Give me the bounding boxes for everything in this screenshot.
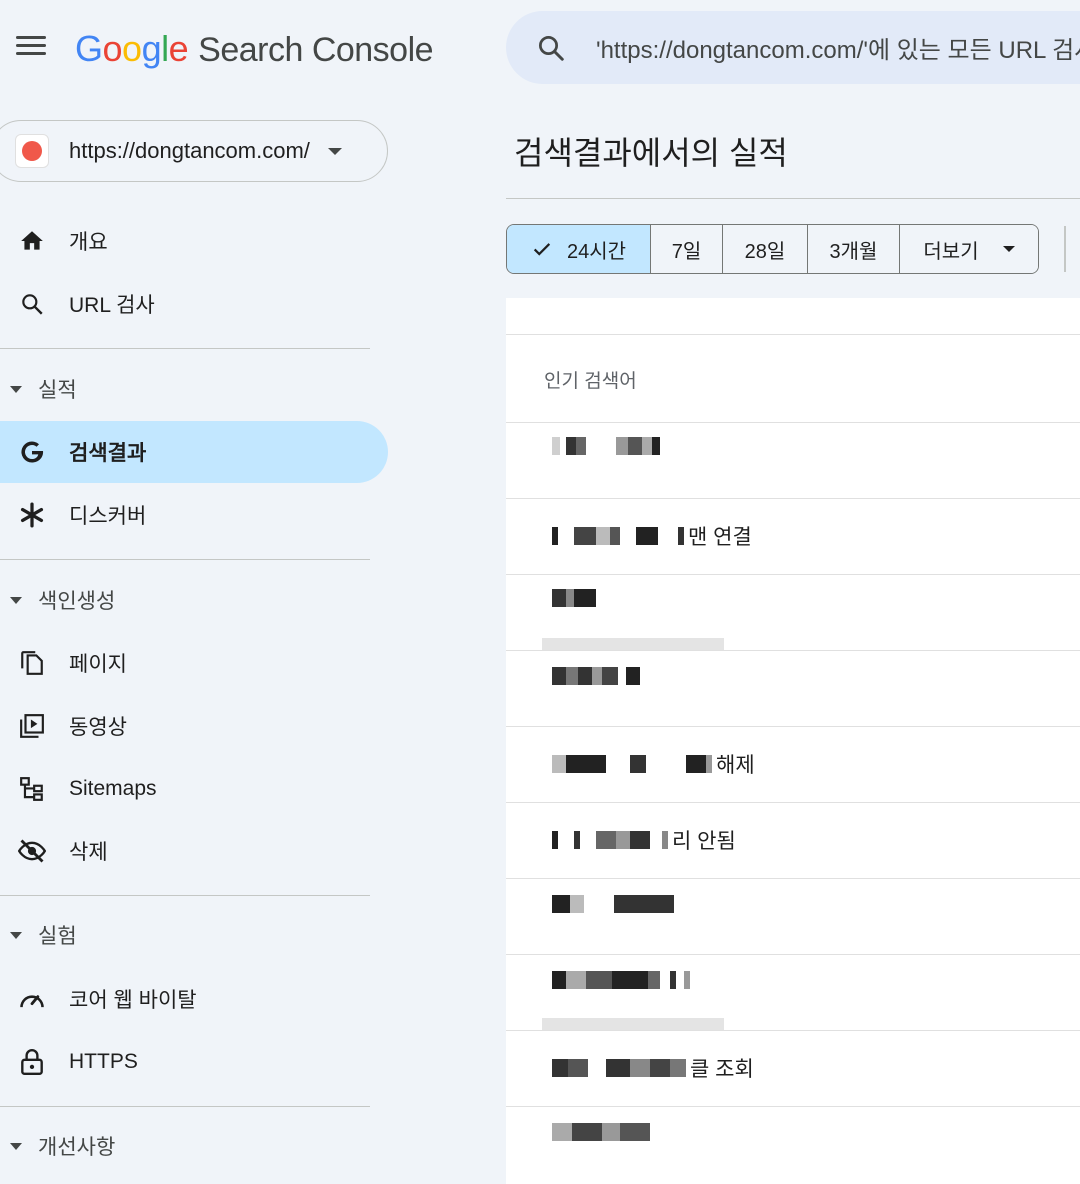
search-icon xyxy=(539,35,564,61)
table-row[interactable] xyxy=(506,878,1080,954)
redacted-query xyxy=(552,435,660,457)
pages-icon xyxy=(18,649,46,677)
page-title: 검색결과에서의 실적 xyxy=(514,135,788,171)
sidebar-item-discover[interactable]: 디스커버 xyxy=(0,484,388,546)
top-queries-card: 인기 검색어 맨 연결 해제 리 안됨 클 조회 xyxy=(506,298,1080,1184)
search-placeholder: 'https://dongtancom.com/'에 있는 모든 URL 검사 xyxy=(596,37,1080,64)
chip-more[interactable]: 더보기 xyxy=(900,225,1038,273)
asterisk-icon xyxy=(18,501,46,529)
sitemap-icon xyxy=(18,775,46,803)
collapse-arrow-icon xyxy=(10,1142,22,1150)
redaction-smear xyxy=(542,638,724,650)
section-performance[interactable]: 실적 xyxy=(0,361,370,417)
check-icon xyxy=(533,243,551,256)
date-range-chips: 24시간 7일 28일 3개월 더보기 xyxy=(506,224,1039,274)
redacted-query xyxy=(552,1121,650,1143)
search-icon xyxy=(18,290,46,318)
sidebar-item-core-web-vitals[interactable]: 코어 웹 바이탈 xyxy=(0,968,388,1030)
table-row[interactable]: 리 안됨 xyxy=(506,802,1080,878)
sidebar-item-https[interactable]: HTTPS xyxy=(0,1031,388,1093)
search-console-logo[interactable]: Google Search Console xyxy=(75,28,434,70)
url-inspection-search[interactable]: 'https://dongtancom.com/'에 있는 모든 URL 검사 xyxy=(506,11,1080,84)
table-row[interactable]: 클 조회 xyxy=(506,1030,1080,1106)
sidebar-divider xyxy=(0,348,370,349)
dropdown-arrow-icon xyxy=(327,147,342,155)
sidebar-divider xyxy=(0,895,370,896)
chip-7-days[interactable]: 7일 xyxy=(651,225,723,273)
section-enhancements[interactable]: 개선사항 xyxy=(0,1118,370,1174)
redacted-query xyxy=(552,665,640,687)
sidebar-item-sitemaps[interactable]: Sitemaps xyxy=(0,758,388,820)
table-row[interactable] xyxy=(506,1106,1080,1182)
table-row[interactable]: 맨 연결 xyxy=(506,498,1080,574)
site-favicon xyxy=(15,134,49,168)
chip-separator xyxy=(1064,226,1066,272)
property-url: https://dongtancom.com/ xyxy=(69,138,310,163)
redacted-query xyxy=(552,525,684,547)
product-name: Search Console xyxy=(198,31,434,69)
dropdown-arrow-icon xyxy=(1002,246,1015,252)
section-experience[interactable]: 실험 xyxy=(0,907,370,963)
chip-28-days[interactable]: 28일 xyxy=(723,225,808,273)
collapse-arrow-icon xyxy=(10,596,22,604)
section-indexing[interactable]: 색인생성 xyxy=(0,572,370,628)
sidebar-item-overview[interactable]: 개요 xyxy=(0,210,388,272)
gauge-icon xyxy=(18,985,46,1013)
redacted-query xyxy=(552,753,712,775)
redaction-smear xyxy=(542,1018,724,1030)
sidebar-item-pages[interactable]: 페이지 xyxy=(0,632,388,694)
google-g-icon xyxy=(18,438,46,466)
sidebar-divider xyxy=(0,559,370,560)
title-divider xyxy=(506,198,1080,199)
eye-off-icon xyxy=(18,837,46,865)
sidebar-item-search-results[interactable]: 검색결과 xyxy=(0,421,388,483)
redacted-query xyxy=(552,893,674,915)
hamburger-icon xyxy=(16,36,46,39)
redacted-query xyxy=(552,829,668,851)
redacted-query xyxy=(552,969,690,991)
property-selector[interactable]: https://dongtancom.com/ xyxy=(0,120,388,182)
sidebar-divider xyxy=(0,1106,370,1107)
lock-icon xyxy=(18,1048,46,1076)
sidebar-item-videos[interactable]: 동영상 xyxy=(0,695,388,757)
main-menu-button[interactable] xyxy=(16,36,46,60)
redacted-query xyxy=(552,1057,686,1079)
video-icon xyxy=(18,712,46,740)
home-icon xyxy=(18,227,46,255)
sidebar-item-url-inspection[interactable]: URL 검사 xyxy=(0,273,388,335)
chip-24-hours[interactable]: 24시간 xyxy=(507,225,651,273)
chip-3-months[interactable]: 3개월 xyxy=(808,225,900,273)
table-row[interactable]: 해제 xyxy=(506,726,1080,802)
collapse-arrow-icon xyxy=(10,385,22,393)
sidebar-item-removals[interactable]: 삭제 xyxy=(0,820,388,882)
table-row[interactable] xyxy=(506,650,1080,726)
table-row[interactable] xyxy=(506,422,1080,498)
redacted-query xyxy=(552,587,596,609)
collapse-arrow-icon xyxy=(10,931,22,939)
column-header-top-queries: 인기 검색어 xyxy=(544,371,637,392)
